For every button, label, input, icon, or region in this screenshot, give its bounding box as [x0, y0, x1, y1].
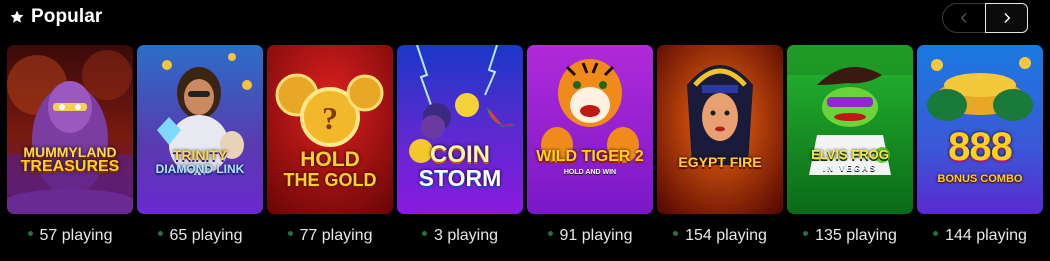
- players-count: 57 playing: [7, 227, 133, 245]
- players-count: 135 playing: [787, 227, 913, 245]
- game-thumbnail: [657, 45, 783, 214]
- online-dot-icon: [157, 231, 163, 237]
- section-title-wrap: Popular: [9, 6, 102, 28]
- section-title: Popular: [31, 6, 103, 27]
- game-logo-line1: WILD TIGER 2: [536, 148, 644, 165]
- online-dot-icon: [287, 231, 293, 237]
- online-dot-icon: [673, 231, 679, 237]
- players-count: 77 playing: [267, 227, 393, 245]
- carousel-prev-button[interactable]: [942, 3, 985, 33]
- players-count: 65 playing: [137, 227, 263, 245]
- game-logo-line2: TREASURES: [20, 158, 120, 175]
- game-logo-line2: DIAMOND LINK: [155, 162, 245, 176]
- game-logo-line1: 888: [948, 125, 1013, 169]
- game-logo-line1: HOLD: [300, 148, 360, 171]
- game-card[interactable]: TRINITY DIAMOND LINK: [137, 45, 263, 214]
- game-card[interactable]: ? HOLD THE GOLD: [267, 45, 393, 214]
- carousel-next-button[interactable]: [985, 3, 1028, 33]
- star-icon: [9, 9, 25, 25]
- players-count: 91 playing: [527, 227, 653, 245]
- game-logo-line1: MUMMYLAND: [23, 144, 117, 160]
- game-thumbnail: [787, 45, 913, 214]
- online-dot-icon: [421, 231, 427, 237]
- chevron-right-icon: [1004, 13, 1010, 23]
- game-card[interactable]: MUMMYLAND TREASURES: [7, 45, 133, 214]
- game-logo-line1: EGYPT FIRE: [678, 154, 762, 170]
- game-card[interactable]: ELVIS FROG IN VEGAS: [787, 45, 913, 214]
- game-logo-line1: ELVIS FROG: [811, 147, 889, 162]
- online-dot-icon: [803, 231, 809, 237]
- online-dot-icon: [27, 231, 33, 237]
- players-count: 154 playing: [657, 227, 783, 245]
- carousel-nav: [942, 3, 1028, 33]
- game-logo-line1: TRINITY: [172, 147, 228, 163]
- game-logo-line1: COIN: [430, 141, 490, 168]
- game-card[interactable]: WILD TIGER 2 HOLD AND WIN: [527, 45, 653, 214]
- players-count: 3 playing: [397, 227, 523, 245]
- game-card[interactable]: 888 BONUS COMBO: [917, 45, 1043, 214]
- section-header: Popular: [0, 0, 1050, 40]
- online-dot-icon: [547, 231, 553, 237]
- game-thumbnail: [137, 45, 263, 214]
- game-thumbnail: [527, 45, 653, 214]
- game-card[interactable]: EGYPT FIRE: [657, 45, 783, 214]
- game-logo-line2: IN VEGAS: [822, 164, 878, 173]
- chevron-left-icon: [961, 13, 967, 23]
- game-logo-line2: THE GOLD: [283, 170, 377, 190]
- game-card[interactable]: COIN STORM: [397, 45, 523, 214]
- game-logo-line2: BONUS COMBO: [937, 173, 1023, 185]
- game-thumbnail: [7, 45, 133, 214]
- game-carousel: MUMMYLAND TREASURES 57 playing TRINITY D…: [7, 45, 1043, 255]
- svg-text:?: ?: [322, 100, 338, 136]
- online-dot-icon: [933, 231, 939, 237]
- game-logo-line2: HOLD AND WIN: [563, 169, 617, 176]
- game-logo-line2: STORM: [418, 165, 502, 191]
- players-count: 144 playing: [917, 227, 1043, 245]
